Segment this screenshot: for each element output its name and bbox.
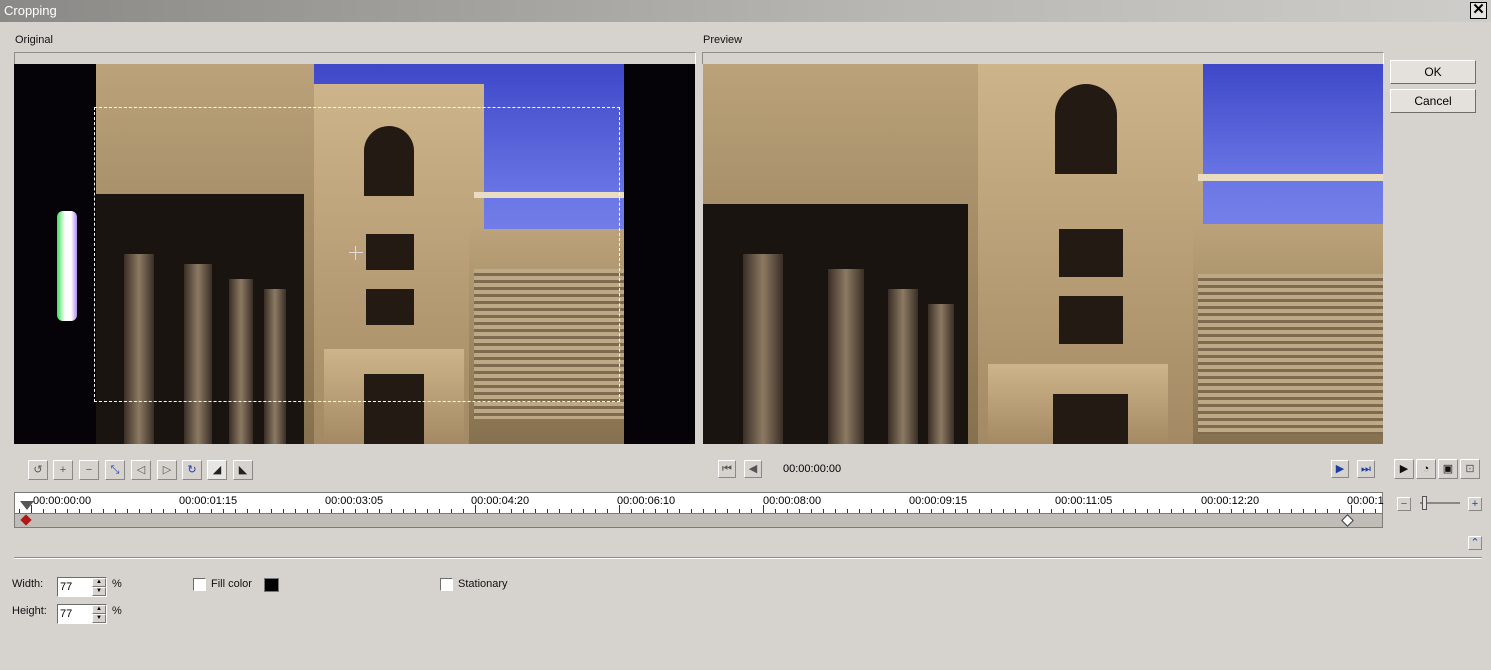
timeline-ruler[interactable]: 00:00:00:00 00:00:01:15 00:00:03:05 00:00:0… [14, 492, 1384, 514]
width-value: 77 [60, 581, 73, 593]
original-pane-frame [14, 52, 696, 64]
keyframe-track[interactable] [14, 513, 1383, 528]
timeline-tick-label: 00:00:09:15 [909, 495, 968, 507]
keyframe-marker-start[interactable] [20, 514, 32, 526]
arch-window [1055, 84, 1117, 174]
timeline-tick-label: 00:00:03:05 [325, 495, 384, 507]
timeline-tick-label: 00:00:04:20 [471, 495, 530, 507]
fit-icon[interactable]: ⤡ [105, 460, 125, 480]
timeline-tick-label: 00:00:08:00 [763, 495, 822, 507]
timeline-tick [1351, 505, 1352, 513]
black-border [14, 64, 96, 444]
width-down-icon[interactable]: ▼ [92, 587, 106, 596]
go-end-icon[interactable]: ⏭ [1357, 460, 1375, 478]
zoom-in-icon[interactable]: + [53, 460, 73, 480]
film-edge [57, 211, 77, 321]
close-icon[interactable]: ✕ [1470, 2, 1487, 19]
stationary-checkbox[interactable] [440, 578, 453, 591]
seats [1198, 274, 1383, 434]
step-back-icon[interactable]: ◀ [744, 460, 762, 478]
height-stepper[interactable]: 77 ▲ ▼ [57, 604, 107, 624]
fill-color-label: Fill color [211, 578, 252, 590]
step-forward-icon[interactable]: ▶ [1331, 460, 1349, 478]
timeline-tick-label: 00:00:11:05 [1055, 495, 1113, 507]
timeline-tick [475, 505, 476, 513]
height-label: Height: [12, 605, 47, 617]
original-label: Original [15, 34, 53, 46]
timecode: 00:00:00:00 [783, 463, 842, 475]
window [1059, 229, 1123, 277]
width-up-icon[interactable]: ▲ [92, 578, 106, 587]
playhead-icon[interactable] [20, 501, 34, 510]
black-border [624, 64, 695, 444]
column [828, 269, 864, 444]
width-label: Width: [12, 578, 44, 590]
title-bar [0, 0, 1491, 22]
keyframe-marker-end[interactable] [1341, 514, 1354, 527]
column [743, 254, 783, 444]
railing [1198, 174, 1383, 181]
window-title: Cropping [4, 3, 57, 18]
timeline-tick-label: 00:00:06:10 [617, 495, 676, 507]
flip-right-icon[interactable]: ◣ [233, 460, 253, 480]
preview-label: Preview [703, 34, 743, 46]
timeline-tick-label: 00:00:00:00 [33, 495, 92, 507]
preview-video [703, 64, 1383, 444]
zoom-out-icon[interactable]: − [79, 460, 99, 480]
rotate-icon[interactable]: ↻ [182, 460, 202, 480]
ok-button[interactable]: OK [1390, 60, 1476, 84]
height-up-icon[interactable]: ▲ [92, 605, 106, 614]
cancel-button[interactable]: Cancel [1390, 89, 1476, 113]
next-frame-icon[interactable]: ▷ [157, 460, 177, 480]
play-icon[interactable]: ▶ [1394, 459, 1414, 479]
go-start-icon[interactable]: ⏮ [718, 460, 736, 478]
column [928, 304, 954, 444]
timeline-zoom-out-icon[interactable]: − [1397, 497, 1411, 511]
height-down-icon[interactable]: ▼ [92, 614, 106, 623]
flip-left-icon[interactable]: ◢ [207, 460, 227, 480]
prev-frame-icon[interactable]: ◁ [131, 460, 151, 480]
original-video[interactable] [14, 64, 695, 444]
timeline-tick-label: 00:00:1 [1347, 495, 1384, 507]
loop-icon[interactable]: ◔ [1416, 459, 1436, 479]
height-unit: % [112, 605, 122, 617]
column [888, 289, 918, 444]
fullscreen-icon[interactable]: ⊡ [1460, 459, 1480, 479]
height-value: 77 [60, 608, 73, 620]
divider [14, 557, 1482, 559]
collapse-icon[interactable]: ⌃ [1468, 536, 1482, 550]
timeline-zoom-in-icon[interactable]: + [1468, 497, 1482, 511]
portico-door [1053, 394, 1128, 444]
width-stepper[interactable]: 77 ▲ ▼ [57, 577, 107, 597]
timeline-tick-label: 00:00:01:15 [179, 495, 238, 507]
width-unit: % [112, 578, 122, 590]
zoom-slider-thumb[interactable] [1422, 496, 1427, 510]
fill-color-checkbox[interactable] [193, 578, 206, 591]
timeline-tick [619, 505, 620, 513]
crosshair-icon [349, 246, 363, 260]
preview-pane-frame [702, 52, 1384, 64]
window [1059, 296, 1123, 344]
timeline-tick [763, 505, 764, 513]
reset-icon[interactable]: ↺ [28, 460, 48, 480]
fill-color-swatch[interactable] [264, 578, 279, 592]
timeline-tick-label: 00:00:12:20 [1201, 495, 1260, 507]
stationary-label: Stationary [458, 578, 508, 590]
preview-icon[interactable]: ▣ [1438, 459, 1458, 479]
